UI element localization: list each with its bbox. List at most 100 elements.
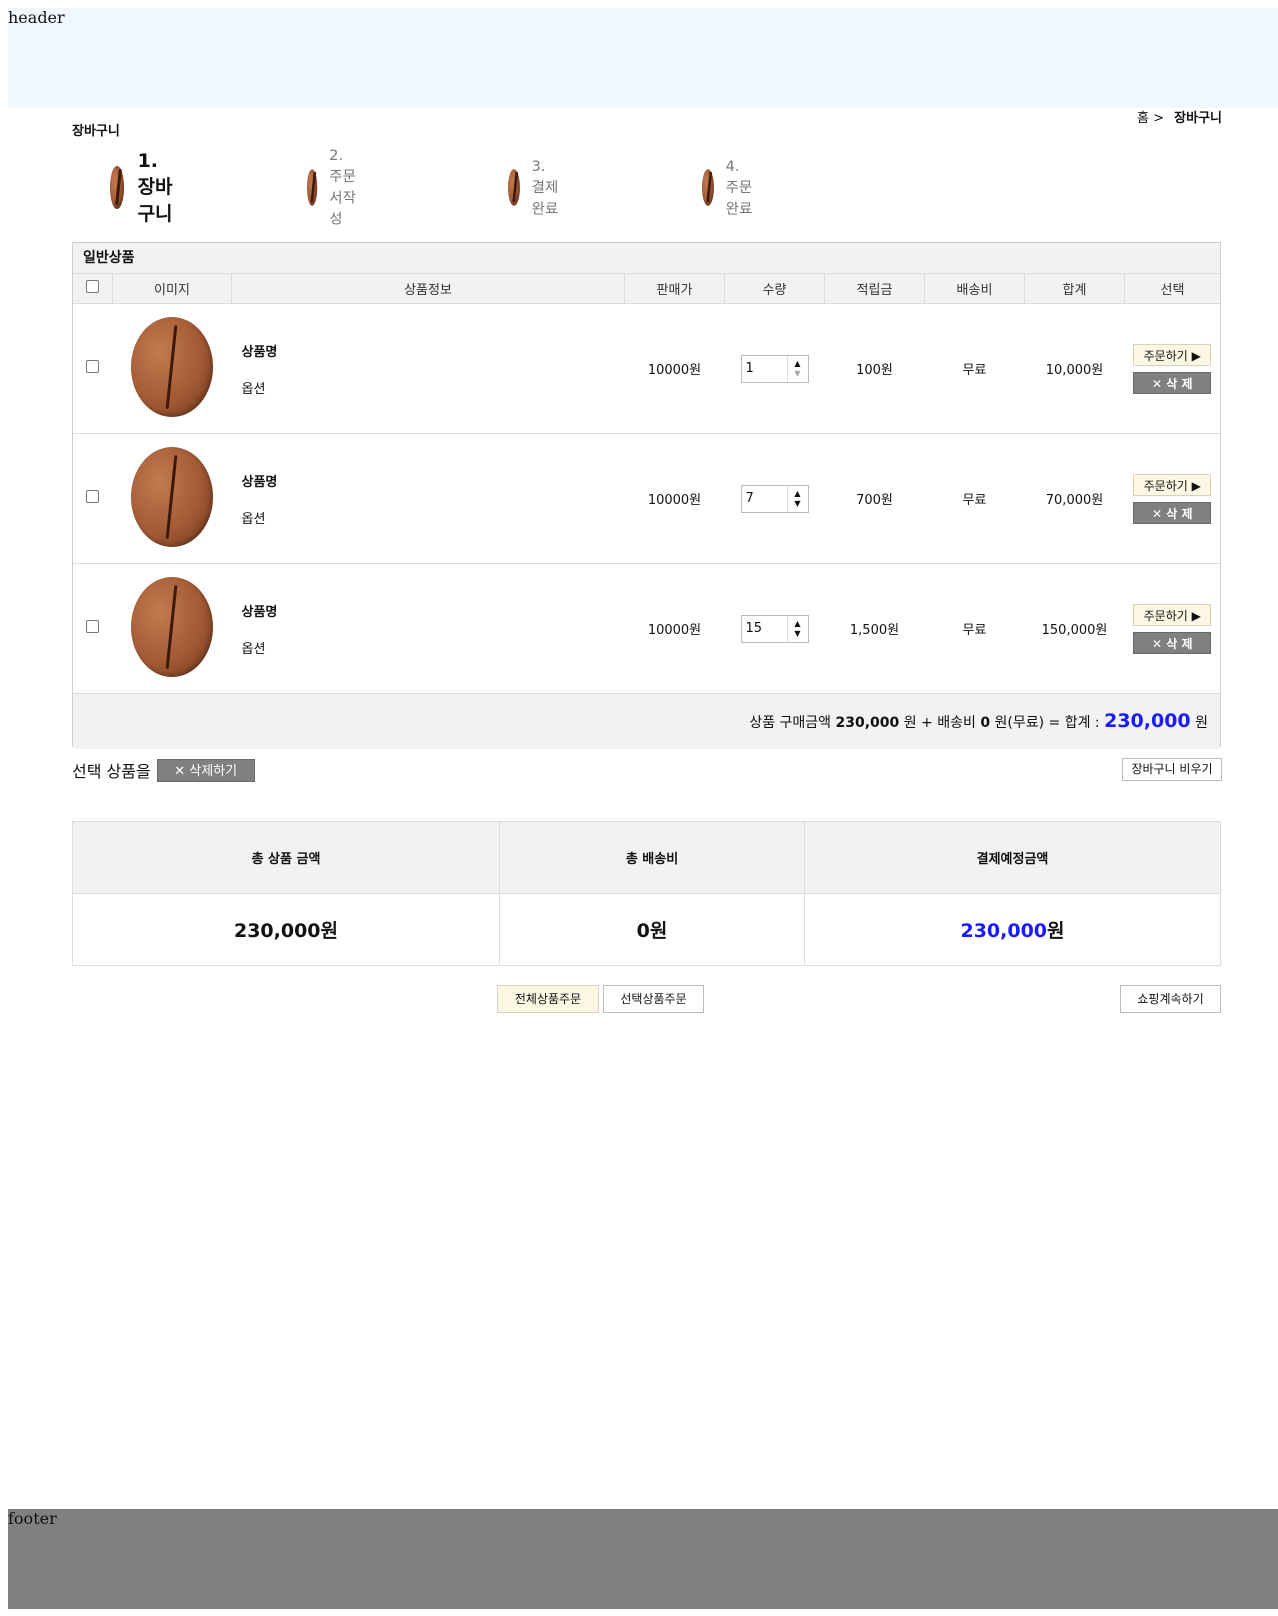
product-name[interactable]: 상품명 [242, 341, 625, 360]
table-row: 상품명 옵션 10000원 1 ▲ ▼ 100원 무료 10,000원 주문하기 ▶ ✕… [73, 303, 1220, 434]
order-button[interactable]: 주문하기 ▶ [1133, 343, 1212, 366]
continue-shopping-button[interactable]: 쇼핑계속하기 [1120, 985, 1221, 1013]
order-selected-button[interactable]: 선택상품주문 [603, 985, 704, 1013]
grand-total: 230,000 [1104, 710, 1191, 732]
step-label: 4. 주문완료 [725, 157, 753, 218]
shipping-amount: 0 [980, 715, 991, 731]
footer-label: footer [8, 1509, 57, 1528]
cart-section-title: 일반상품 [73, 243, 1220, 274]
order-button[interactable]: 주문하기 ▶ [1133, 603, 1212, 626]
total-label: 상품 구매금액 [749, 715, 832, 731]
coffee-bean-icon [307, 169, 318, 206]
col-header: 선택 [1124, 274, 1220, 304]
quantity-spin[interactable]: ▲ ▼ [786, 355, 808, 382]
pay-amount-value: 230,000 [960, 920, 1048, 942]
step-label: 3. 결제완료 [531, 157, 559, 218]
summary-table: 총 상품 금액 총 배송비 결제예정금액 230,000원 0원 230,000… [72, 821, 1221, 966]
delete-button[interactable]: ✕ 삭 제 [1133, 631, 1212, 654]
cart-table: 이미지 상품정보 판매가 수량 적립금 배송비 합계 선택 상품명 옵션 1000… [73, 274, 1220, 694]
product-name[interactable]: 상품명 [242, 601, 625, 620]
total-unit: 원 [1195, 715, 1208, 731]
quantity-spin[interactable]: ▲ ▼ [786, 485, 808, 512]
product-image[interactable] [131, 446, 213, 547]
table-row: 상품명 옵션 10000원 15 ▲ ▼ 1,500원 무료 150,000원 주문하… [73, 563, 1220, 694]
step-order-form: 2. 주문서작성 [307, 147, 361, 228]
shipping: 무료 [924, 433, 1025, 564]
summary-pay-amount: 230,000원 [804, 893, 1221, 966]
delete-button[interactable]: ✕ 삭 제 [1133, 501, 1212, 524]
coffee-bean-icon [110, 166, 124, 209]
breadcrumb-home[interactable]: 홈 > [1137, 111, 1164, 126]
summary-header: 결제예정금액 [804, 821, 1221, 894]
product-image[interactable] [131, 316, 213, 417]
spin-up-icon[interactable]: ▲ [794, 359, 800, 369]
shipping: 무료 [924, 563, 1025, 694]
table-row: 상품명 옵션 10000원 7 ▲ ▼ 700원 무료 70,000원 주문하기 ▶ ✕… [73, 433, 1220, 564]
row-total: 150,000원 [1024, 563, 1125, 694]
footer: footer [8, 1509, 1278, 1609]
col-header: 판매가 [624, 274, 725, 304]
breadcrumb: 홈 > 장바구니 [1137, 107, 1222, 126]
page-title: 장바구니 [72, 124, 120, 139]
step-payment: 3. 결제완료 [508, 158, 562, 217]
pay-amount-unit: 원 [1047, 920, 1065, 942]
spin-up-icon[interactable]: ▲ [794, 619, 800, 629]
row-checkbox[interactable] [86, 360, 100, 373]
delete-button[interactable]: ✕ 삭 제 [1133, 371, 1212, 394]
cart-box: 일반상품 이미지 상품정보 판매가 수량 적립금 배송비 합계 선택 상품명 옵션… [72, 242, 1221, 749]
row-checkbox[interactable] [86, 620, 100, 633]
header-label: header [8, 8, 65, 27]
step-complete: 4. 주문완료 [702, 158, 756, 217]
summary-product-total: 230,000원 [72, 893, 500, 966]
col-header: 수량 [724, 274, 825, 304]
breadcrumb-current: 장바구니 [1174, 111, 1222, 126]
shipping: 무료 [924, 303, 1025, 434]
select-all-cell [73, 274, 113, 304]
row-total: 70,000원 [1024, 433, 1125, 564]
step-cart: 1. 장바구니 [110, 150, 177, 225]
col-header: 이미지 [112, 274, 232, 304]
quantity-stepper[interactable]: 15 ▲ ▼ [740, 614, 809, 643]
cart-total-line: 상품 구매금액 230,000 원 + 배송비 0 원(무료) = 합계 : 2… [73, 694, 1220, 749]
spin-down-icon[interactable]: ▼ [794, 369, 800, 379]
price: 10000원 [624, 433, 725, 564]
selection-row: 선택 상품을 ✕ 삭제하기 [72, 758, 255, 782]
empty-cart-button[interactable]: 장바구니 비우기 [1122, 758, 1222, 781]
spin-up-icon[interactable]: ▲ [794, 489, 800, 499]
step-label: 2. 주문서작성 [329, 147, 356, 228]
order-all-button[interactable]: 전체상품주문 [497, 985, 599, 1013]
product-image[interactable] [131, 576, 213, 677]
summary-shipping-total: 0원 [499, 893, 805, 966]
quantity-value[interactable]: 1 [742, 356, 787, 382]
selection-text: 선택 상품을 [72, 762, 151, 781]
select-all-checkbox[interactable] [86, 280, 99, 293]
product-name[interactable]: 상품명 [242, 471, 625, 490]
col-header: 적립금 [824, 274, 925, 304]
col-header: 상품정보 [231, 274, 625, 304]
col-header: 배송비 [924, 274, 1025, 304]
price: 10000원 [624, 303, 725, 434]
quantity-stepper[interactable]: 1 ▲ ▼ [740, 354, 809, 383]
quantity-value[interactable]: 15 [742, 616, 787, 642]
spin-down-icon[interactable]: ▼ [794, 499, 800, 509]
quantity-stepper[interactable]: 7 ▲ ▼ [740, 484, 809, 513]
header: header [8, 8, 1278, 108]
row-total: 10,000원 [1024, 303, 1125, 434]
product-option: 옵션 [241, 511, 266, 527]
spin-down-icon[interactable]: ▼ [794, 629, 800, 639]
coffee-bean-icon [702, 169, 714, 206]
order-button[interactable]: 주문하기 ▶ [1133, 473, 1212, 496]
order-buttons: 전체상품주문 선택상품주문 [497, 985, 704, 1013]
product-amount: 230,000 [835, 715, 900, 731]
row-checkbox[interactable] [86, 490, 100, 503]
points: 700원 [824, 433, 925, 564]
quantity-value[interactable]: 7 [742, 486, 787, 512]
col-header: 합계 [1024, 274, 1125, 304]
summary-header: 총 상품 금액 [72, 821, 500, 894]
total-label: 원 + 배송비 [903, 715, 976, 731]
summary-header: 총 배송비 [499, 821, 805, 894]
price: 10000원 [624, 563, 725, 694]
delete-selected-button[interactable]: ✕ 삭제하기 [156, 758, 255, 782]
quantity-spin[interactable]: ▲ ▼ [786, 615, 808, 642]
step-label: 1. 장바구니 [137, 149, 173, 225]
